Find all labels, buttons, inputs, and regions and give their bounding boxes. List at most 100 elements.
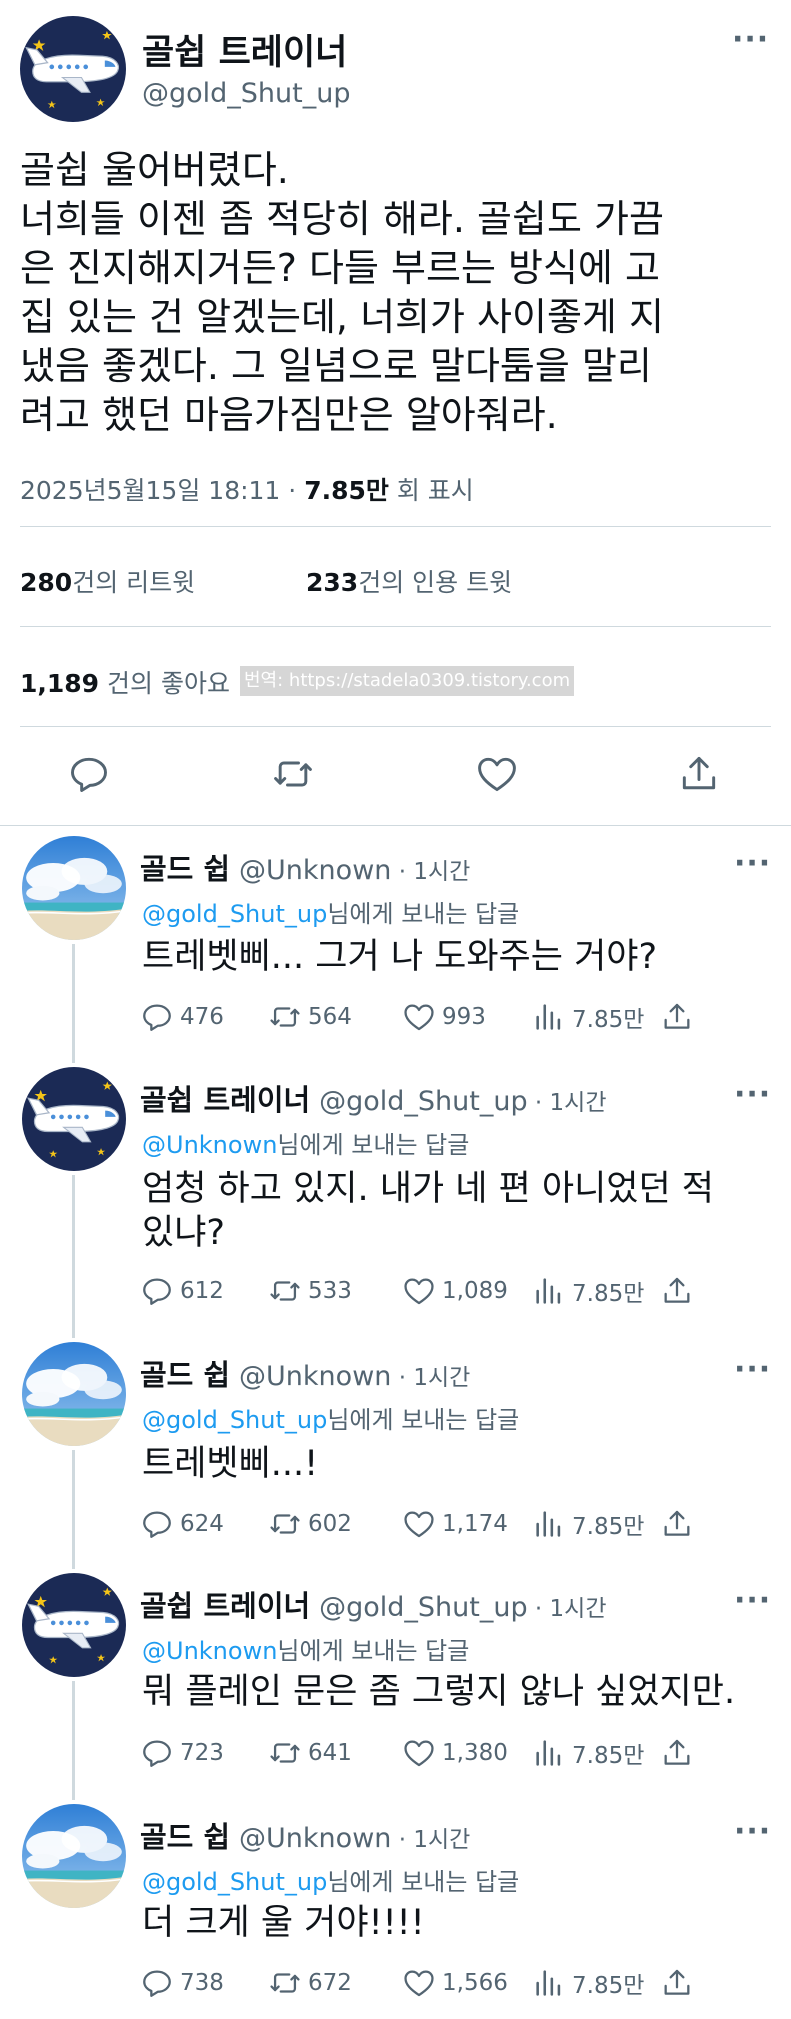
reply-time[interactable]: · 1시간 (391, 859, 471, 885)
user-handle[interactable]: @Unknown (239, 1823, 391, 1854)
avatar[interactable] (22, 1067, 126, 1171)
views-icon (536, 1278, 561, 1304)
replying-to-label: 님에게 보내는 답글 (327, 900, 520, 928)
user-handle[interactable]: @gold_Shut_up (319, 1086, 528, 1117)
tweet-meta: 2025년5월15일 18:11 · 7.85만 회 표시 (20, 471, 474, 507)
views-button[interactable]: 7.85만 (532, 1504, 644, 1544)
more-options-icon[interactable]: ··· (734, 1080, 771, 1110)
avatar[interactable] (22, 836, 126, 940)
retweet-count: 280 (20, 568, 73, 597)
reply-time[interactable]: · 1시간 (528, 1596, 607, 1622)
tweet-text-line: 너희들 이젠 좀 적당히 해라. 골쉽도 가끔 (20, 197, 664, 241)
display-name[interactable]: 골쉽 트레이너 (142, 24, 347, 75)
reply-button[interactable]: 723 (140, 1733, 224, 1773)
retweet-button[interactable]: 564 (268, 997, 352, 1037)
share-button[interactable] (660, 1963, 694, 2003)
share-button[interactable] (660, 1733, 694, 1773)
reply-text: 더 크게 울 거야!!!! (142, 1901, 762, 1945)
quote-stat[interactable]: 233건의 인용 트윗 (306, 563, 512, 599)
display-name[interactable]: 골드 쉽 (140, 852, 230, 886)
views-button[interactable]: 7.85만 (532, 997, 644, 1037)
display-name[interactable]: 골쉽 트레이너 (140, 1589, 310, 1623)
reply-count: 612 (180, 1278, 224, 1304)
like-icon[interactable] (475, 752, 519, 796)
tweet-timestamp[interactable]: 2025년5월15일 18:11 · (20, 476, 304, 505)
retweet-icon[interactable] (271, 752, 315, 796)
reply-time[interactable]: · 1시간 (391, 1827, 471, 1853)
avatar[interactable] (22, 1804, 126, 1908)
more-options-icon[interactable]: ··· (732, 25, 769, 55)
reply-button[interactable]: 738 (140, 1963, 224, 2003)
divider (0, 825, 791, 826)
views-icon (536, 1970, 561, 1996)
divider (20, 526, 771, 527)
retweet-icon (270, 1743, 300, 1763)
replying-to-handle[interactable]: @gold_Shut_up (142, 900, 327, 928)
user-handle[interactable]: @gold_Shut_up (142, 78, 351, 109)
like-button[interactable]: 993 (402, 997, 486, 1037)
divider (20, 726, 771, 727)
reply-count: 738 (180, 1970, 224, 1996)
views-button[interactable]: 7.85만 (532, 1733, 644, 1773)
retweet-button[interactable]: 602 (268, 1504, 352, 1544)
display-name[interactable]: 골드 쉽 (140, 1820, 230, 1854)
reply-button[interactable]: 624 (140, 1504, 224, 1544)
avatar[interactable] (22, 1342, 126, 1446)
views-button[interactable]: 7.85만 (532, 1271, 644, 1311)
avatar[interactable] (20, 16, 126, 122)
reply-time[interactable]: · 1시간 (528, 1090, 607, 1116)
view-label: 회 표시 (388, 476, 474, 505)
replying-to-handle[interactable]: @Unknown (142, 1131, 277, 1159)
like-stat[interactable]: 1,189 건의 좋아요 (20, 664, 230, 700)
display-name[interactable]: 골쉽 트레이너 (140, 1083, 310, 1117)
like-button[interactable]: 1,380 (402, 1733, 508, 1773)
view-count: 7.85만 (572, 1514, 645, 1540)
like-count: 1,380 (442, 1740, 508, 1766)
reply-button[interactable]: 476 (140, 997, 224, 1037)
retweet-button[interactable]: 641 (268, 1733, 352, 1773)
user-handle[interactable]: @gold_Shut_up (319, 1592, 528, 1623)
reply-header: 골드 쉽 @Unknown · 1시간 (140, 846, 470, 888)
reply-icon[interactable] (67, 752, 111, 796)
share-icon (664, 1003, 690, 1029)
like-count: 1,189 (20, 669, 100, 698)
display-name[interactable]: 골드 쉽 (140, 1358, 230, 1392)
like-icon (404, 1278, 434, 1305)
like-button[interactable]: 1,174 (402, 1504, 508, 1544)
retweet-stat[interactable]: 280건의 리트윗 (20, 563, 195, 599)
thread-line (72, 1175, 75, 1338)
like-button[interactable]: 1,089 (402, 1271, 508, 1311)
reply-icon (143, 1511, 171, 1538)
reply-button[interactable]: 612 (140, 1271, 224, 1311)
like-button[interactable]: 1,566 (402, 1963, 508, 2003)
view-count: 7.85만 (572, 1007, 645, 1033)
share-button[interactable] (660, 997, 694, 1037)
share-icon[interactable] (677, 752, 721, 796)
replying-to-handle[interactable]: @Unknown (142, 1637, 277, 1665)
main-tweet: 골쉽 트레이너 @gold_Shut_up ··· 골쉽 울어버렸다. 너희들 … (0, 0, 791, 825)
avatar[interactable] (22, 1573, 126, 1677)
replying-to: @Unknown님에게 보내는 답글 (142, 1125, 469, 1160)
replying-to-handle[interactable]: @gold_Shut_up (142, 1406, 327, 1434)
more-options-icon[interactable]: ··· (734, 1355, 771, 1385)
more-options-icon[interactable]: ··· (734, 1817, 771, 1847)
beach-avatar-icon (22, 1342, 126, 1446)
user-handle[interactable]: @Unknown (239, 1361, 391, 1392)
share-icon (664, 1277, 690, 1303)
quote-count: 233 (306, 568, 359, 597)
retweet-button[interactable]: 672 (268, 1963, 352, 2003)
replying-to-handle[interactable]: @gold_Shut_up (142, 1868, 327, 1896)
user-handle[interactable]: @Unknown (239, 855, 391, 886)
share-button[interactable] (660, 1271, 694, 1311)
share-button[interactable] (660, 1504, 694, 1544)
more-options-icon[interactable]: ··· (734, 849, 771, 879)
retweet-button[interactable]: 533 (268, 1271, 352, 1311)
more-options-icon[interactable]: ··· (734, 1586, 771, 1616)
tweet-text-line: 골쉽 울어버렸다. (20, 148, 289, 192)
views-button[interactable]: 7.85만 (532, 1963, 644, 2003)
reply-time[interactable]: · 1시간 (391, 1365, 471, 1391)
replying-to-label: 님에게 보내는 답글 (327, 1868, 520, 1896)
reply-icon (143, 1970, 171, 1997)
share-icon (664, 1969, 690, 1995)
airplane-avatar-icon (20, 16, 126, 122)
